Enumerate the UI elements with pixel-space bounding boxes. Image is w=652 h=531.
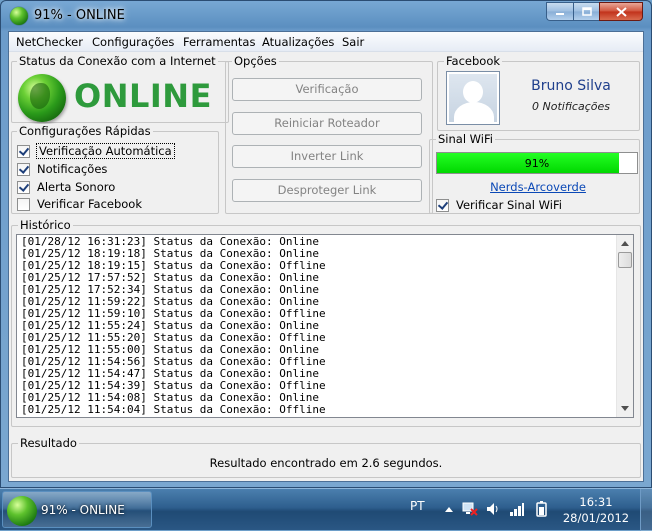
- checkbox-label: Notificações: [37, 162, 108, 176]
- checkbox-label: Verificar Facebook: [37, 197, 143, 211]
- check-button[interactable]: Verificação: [232, 78, 422, 101]
- facebook-label: Facebook: [444, 54, 503, 68]
- quick-settings-label: Configurações Rápidas: [17, 124, 153, 138]
- checkbox-label: Alerta Sonoro: [37, 180, 116, 194]
- window-title: 91% - ONLINE: [34, 8, 125, 23]
- avatar[interactable]: [446, 71, 500, 125]
- volume-icon[interactable]: [485, 501, 501, 517]
- checkbox-label: Verificação Automática: [36, 143, 175, 159]
- chevron-up-icon: [445, 507, 453, 512]
- avatar-body: [454, 102, 494, 124]
- menu-sair[interactable]: Sair: [342, 35, 364, 49]
- history-label: Histórico: [18, 218, 73, 232]
- menu-netchecker[interactable]: NetChecker: [16, 35, 83, 49]
- facebook-user-name: Bruno Silva: [531, 78, 611, 94]
- menu-configuracoes[interactable]: Configurações: [92, 35, 174, 49]
- menu-atualizacoes[interactable]: Atualizações: [262, 35, 334, 49]
- sound-alert-checkbox[interactable]: Alerta Sonoro: [17, 179, 115, 195]
- quick-settings-group: Configurações Rápidas Verificação Automá…: [11, 124, 219, 214]
- notifications-checkbox[interactable]: Notificações: [17, 161, 107, 177]
- options-label: Opções: [232, 54, 279, 68]
- invert-link-button[interactable]: Inverter Link: [232, 145, 422, 168]
- close-button[interactable]: [599, 2, 643, 21]
- minimize-button[interactable]: [546, 2, 573, 21]
- system-clock[interactable]: 16:31 28/01/2012: [560, 494, 632, 526]
- options-group: Opções Verificação Reiniciar Roteador In…: [225, 54, 433, 214]
- clock-date: 28/01/2012: [562, 511, 630, 525]
- globe-icon: [10, 7, 28, 25]
- minimize-icon: [556, 12, 564, 15]
- wifi-label: Sinal WiFi: [436, 132, 495, 146]
- battery-icon[interactable]: [533, 501, 549, 517]
- globe-icon: [18, 74, 66, 122]
- check-wifi-checkbox[interactable]: Verificar Sinal WiFi: [436, 197, 562, 213]
- signal-icon[interactable]: [509, 501, 525, 517]
- facebook-group: Facebook Bruno Silva 0 Notificações: [437, 54, 640, 131]
- caption-buttons: [546, 2, 643, 22]
- globe-icon: [7, 496, 37, 526]
- history-lines: [01/28/12 16:31:23] Status da Conexão: O…: [21, 236, 326, 416]
- history-list[interactable]: [01/28/12 16:31:23] Status da Conexão: O…: [16, 234, 634, 418]
- checkbox-box[interactable]: [17, 162, 30, 176]
- unprotect-link-button[interactable]: Desproteger Link: [232, 179, 422, 202]
- show-hidden-icons[interactable]: [441, 501, 457, 517]
- wifi-signal-text: 91%: [524, 157, 550, 170]
- wifi-network-link[interactable]: Nerds-Arcoverde: [430, 180, 646, 194]
- checkbox-box[interactable]: [436, 198, 449, 212]
- result-text: Resultado encontrado em 2.6 segundos.: [209, 456, 443, 470]
- connection-status-label: Status da Conexão com a Internet: [17, 54, 218, 68]
- close-icon: [615, 6, 627, 17]
- battery-plug-icon: [536, 501, 547, 517]
- language-indicator[interactable]: PT: [410, 499, 425, 513]
- taskbar-app-button[interactable]: 91% - ONLINE: [2, 491, 152, 528]
- result-label: Resultado: [18, 436, 79, 450]
- menu-bar: NetChecker Configurações Ferramentas Atu…: [9, 32, 643, 52]
- scroll-thumb[interactable]: [618, 252, 632, 268]
- checkbox-label: Verificar Sinal WiFi: [456, 198, 562, 212]
- signal-bars-icon: [510, 503, 524, 516]
- scroll-up-button[interactable]: [617, 235, 633, 252]
- auto-check-checkbox[interactable]: Verificação Automática: [17, 143, 175, 159]
- scroll-up-icon: [621, 241, 629, 246]
- maximize-button[interactable]: [573, 2, 599, 21]
- taskbar-app-label: 91% - ONLINE: [41, 503, 125, 517]
- checkbox-box[interactable]: [17, 180, 30, 194]
- app-window: 91% - ONLINE NetChecker Configurações Fe…: [0, 0, 652, 488]
- wifi-signal-bar: 91%: [436, 152, 638, 174]
- restart-router-button[interactable]: Reiniciar Roteador: [232, 112, 422, 135]
- menu-ferramentas[interactable]: Ferramentas: [183, 35, 255, 49]
- history-group: Histórico [01/28/12 16:31:23] Status da …: [11, 218, 641, 427]
- taskbar: 91% - ONLINE PT 16:31 28/01/2012: [0, 488, 652, 531]
- show-desktop-button[interactable]: [640, 489, 652, 531]
- network-icon[interactable]: [462, 501, 478, 517]
- history-scrollbar[interactable]: [616, 235, 633, 417]
- checkbox-box[interactable]: [17, 197, 30, 211]
- connection-state: ONLINE: [74, 77, 212, 115]
- wifi-group: Sinal WiFi 91% Nerds-Arcoverde Verificar…: [429, 132, 640, 214]
- client-area: NetChecker Configurações Ferramentas Atu…: [8, 31, 644, 482]
- avatar-head: [463, 81, 483, 103]
- maximize-icon: [581, 7, 592, 16]
- title-bar[interactable]: 91% - ONLINE: [1, 1, 651, 31]
- scroll-down-icon: [621, 406, 629, 411]
- scroll-down-button[interactable]: [617, 400, 633, 417]
- list-item[interactable]: [01/25/12 11:54:04] Status da Conexão: O…: [21, 404, 326, 416]
- network-icon: [462, 502, 478, 516]
- result-group: Resultado Resultado encontrado em 2.6 se…: [11, 436, 641, 478]
- connection-status-group: Status da Conexão com a Internet ONLINE: [11, 54, 229, 123]
- clock-time: 16:31: [579, 495, 613, 509]
- speaker-icon: [487, 503, 498, 515]
- checkbox-box[interactable]: [17, 144, 30, 158]
- facebook-notifications: 0 Notificações: [532, 100, 610, 113]
- check-facebook-checkbox[interactable]: Verificar Facebook: [17, 196, 142, 212]
